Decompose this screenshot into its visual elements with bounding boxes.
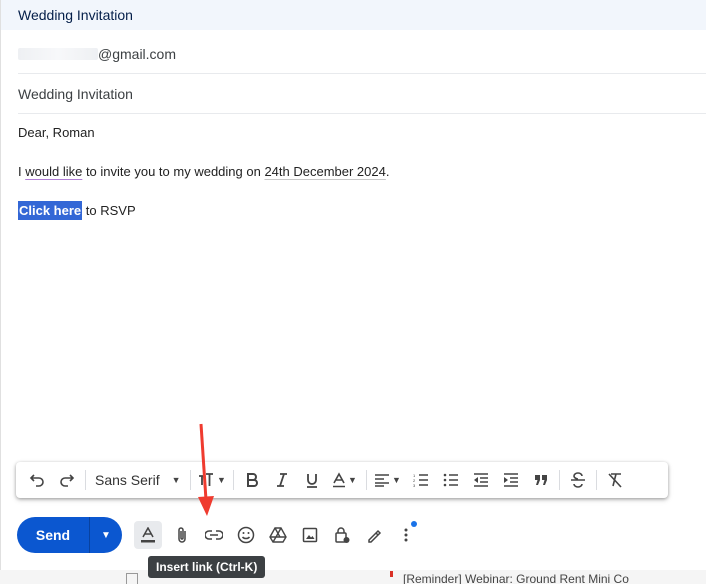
formatting-options-icon[interactable] (134, 521, 162, 549)
formatting-toolbar: Sans Serif ▼ ▼ ▼ ▼ 123 (16, 462, 668, 498)
undo-icon[interactable] (22, 466, 52, 494)
remove-formatting-icon[interactable] (600, 466, 630, 494)
dropdown-caret-icon: ▼ (392, 475, 401, 485)
indent-less-icon[interactable] (466, 466, 496, 494)
importance-marker-icon (390, 571, 393, 577)
compose-action-bar: Send ▼ (17, 517, 422, 553)
italic-icon[interactable] (267, 466, 297, 494)
more-options-icon[interactable] (390, 519, 422, 551)
to-field-value: @gmail.com (98, 45, 177, 62)
toolbar-divider (595, 470, 597, 490)
text-size-icon[interactable]: ▼ (194, 466, 230, 494)
date-smart-chip[interactable]: 24th December 2024 (264, 164, 385, 179)
dropdown-caret-icon: ▼ (217, 475, 226, 485)
send-button[interactable]: Send (17, 517, 89, 553)
subject-field-value: Wedding Invitation (18, 85, 133, 102)
compose-title[interactable]: Wedding Invitation (1, 0, 706, 30)
rsvp-text: to RSVP (82, 203, 136, 218)
compose-title-text: Wedding Invitation (18, 7, 133, 23)
inbox-background: [Reminder] Webinar: Ground Rent Mini Co (0, 570, 706, 584)
attach-file-icon[interactable] (166, 519, 198, 551)
indent-more-icon[interactable] (496, 466, 526, 494)
toolbar-divider (232, 470, 234, 490)
insert-link-tooltip: Insert link (Ctrl-K) (148, 556, 266, 578)
strikethrough-icon[interactable] (563, 466, 593, 494)
numbered-list-icon[interactable]: 123 (406, 466, 436, 494)
grammar-flag[interactable]: would like (25, 164, 82, 179)
greeting-line: Dear, Roman (18, 124, 696, 163)
bold-icon[interactable] (237, 466, 267, 494)
subject-field[interactable]: Wedding Invitation (18, 74, 706, 114)
notification-dot (411, 521, 417, 527)
to-field[interactable]: @gmail.com (18, 34, 706, 74)
rsvp-line: Click here to RSVP (18, 201, 696, 241)
send-button-group: Send ▼ (17, 517, 122, 553)
invite-line: I would like to invite you to my wedding… (18, 163, 696, 202)
font-name: Sans Serif (95, 472, 160, 488)
send-options-icon[interactable]: ▼ (89, 517, 122, 553)
toolbar-divider (365, 470, 367, 490)
selected-text[interactable]: Click here (18, 201, 83, 220)
dropdown-caret-icon: ▼ (171, 475, 181, 485)
greeting-text: Dear, Roman (18, 125, 95, 140)
toolbar-divider (189, 470, 191, 490)
align-icon[interactable]: ▼ (370, 466, 406, 494)
confidential-mode-icon[interactable] (326, 519, 358, 551)
font-dropdown[interactable]: Sans Serif ▼ (89, 466, 187, 494)
row-checkbox[interactable] (126, 573, 138, 584)
text-color-icon[interactable]: ▼ (327, 466, 363, 494)
email-snippet[interactable]: [Reminder] Webinar: Ground Rent Mini Co (403, 572, 629, 584)
redo-icon[interactable] (52, 466, 82, 494)
dropdown-caret-icon: ▼ (348, 475, 357, 485)
bulleted-list-icon[interactable] (436, 466, 466, 494)
insert-link-icon[interactable] (198, 519, 230, 551)
signature-icon[interactable] (358, 519, 390, 551)
svg-text:3: 3 (413, 483, 416, 487)
emoji-icon[interactable] (230, 519, 262, 551)
invite-text-2: to invite you to my wedding on (82, 164, 265, 179)
redacted-email (18, 47, 98, 60)
quote-icon[interactable] (526, 466, 556, 494)
google-drive-icon[interactable] (262, 519, 294, 551)
message-body[interactable]: Dear, Roman I would like to invite you t… (18, 124, 696, 241)
toolbar-divider (85, 470, 86, 490)
toolbar-divider (558, 470, 560, 490)
invite-text-3: . (385, 164, 390, 179)
insert-photo-icon[interactable] (294, 519, 326, 551)
underline-icon[interactable] (297, 466, 327, 494)
